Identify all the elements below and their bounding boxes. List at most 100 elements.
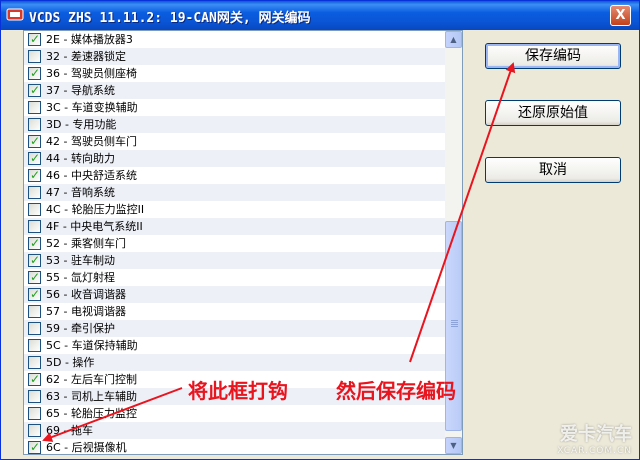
module-checkbox[interactable]: ✓	[28, 151, 41, 165]
checkmark-icon: ✓	[30, 287, 41, 301]
module-list-item[interactable]: 5D - 操作	[24, 354, 445, 371]
module-label: 32 - 差速器锁定	[46, 50, 126, 63]
module-checkbox[interactable]: ✓	[28, 168, 41, 182]
module-list-item[interactable]: 47 - 音响系统	[24, 184, 445, 201]
module-label: 4F - 中央电气系统II	[46, 220, 143, 233]
module-list-item[interactable]: ✓ 55 - 氙灯射程	[24, 269, 445, 286]
scroll-down-button[interactable]: ▼	[445, 437, 462, 454]
module-list-item[interactable]: 4C - 轮胎压力监控II	[24, 201, 445, 218]
module-checkbox[interactable]: ✓	[28, 372, 41, 386]
module-label: 36 - 驾驶员侧座椅	[46, 67, 137, 80]
module-list-item[interactable]: 69 - 拖车	[24, 422, 445, 439]
module-list-item[interactable]: 65 - 轮胎压力监控	[24, 405, 445, 422]
module-label: 69 - 拖车	[46, 424, 93, 437]
cancel-button[interactable]: 取消	[485, 157, 621, 183]
module-list-item[interactable]: ✓ 6C - 后视摄像机	[24, 439, 445, 454]
close-button[interactable]: X	[610, 5, 631, 26]
module-checkbox[interactable]: ✓	[28, 253, 41, 267]
module-label: 42 - 驾驶员侧车门	[46, 135, 137, 148]
module-checkbox[interactable]	[28, 407, 41, 420]
module-checkbox[interactable]: ✓	[28, 440, 41, 454]
module-list-item[interactable]: ✓ 42 - 驾驶员侧车门	[24, 133, 445, 150]
module-label: 3D - 专用功能	[46, 118, 117, 131]
module-checkbox[interactable]: ✓	[28, 32, 41, 46]
check-box-hint: 将此框打钩	[188, 379, 288, 403]
chevron-down-icon: ▼	[450, 441, 457, 450]
module-checkbox[interactable]	[28, 305, 41, 318]
module-checkbox[interactable]	[28, 339, 41, 352]
module-label: 57 - 电视调谐器	[46, 305, 126, 318]
module-list-item[interactable]: ✓ 2E - 媒体播放器3	[24, 31, 445, 48]
module-list-item[interactable]: ✓ 46 - 中央舒适系统	[24, 167, 445, 184]
checkmark-icon: ✓	[30, 83, 41, 97]
module-list-item[interactable]: ✓ 36 - 驾驶员侧座椅	[24, 65, 445, 82]
module-label: 37 - 导航系统	[46, 84, 115, 97]
module-label: 3C - 车道变换辅助	[46, 101, 138, 114]
module-label: 65 - 轮胎压力监控	[46, 407, 137, 420]
module-list-item[interactable]: 3C - 车道变换辅助	[24, 99, 445, 116]
module-checkbox[interactable]: ✓	[28, 287, 41, 301]
module-checkbox[interactable]: ✓	[28, 270, 41, 284]
xcar-watermark: 爱卡汽车 XCAR.COM.CN	[557, 420, 632, 456]
checkmark-icon: ✓	[30, 253, 41, 267]
module-label: 44 - 转向助力	[46, 152, 115, 165]
thumb-grip-icon	[451, 320, 458, 321]
module-list-item[interactable]: ✓ 44 - 转向助力	[24, 150, 445, 167]
module-checkbox[interactable]: ✓	[28, 66, 41, 80]
save-coding-button[interactable]: 保存编码	[485, 43, 621, 69]
checkmark-icon: ✓	[30, 66, 41, 80]
checkmark-icon: ✓	[30, 440, 41, 454]
module-checkbox[interactable]	[28, 186, 41, 199]
module-checkbox[interactable]: ✓	[28, 236, 41, 250]
checkmark-icon: ✓	[30, 134, 41, 148]
module-label: 55 - 氙灯射程	[46, 271, 115, 284]
module-label: 46 - 中央舒适系统	[46, 169, 137, 182]
module-label: 52 - 乘客侧车门	[46, 237, 126, 250]
module-label: 63 - 司机上车辅助	[46, 390, 137, 403]
module-label: 59 - 牵引保护	[46, 322, 115, 335]
module-label: 56 - 收音调谐器	[46, 288, 126, 301]
restore-original-button[interactable]: 还原原始值	[485, 100, 621, 126]
module-label: 6C - 后视摄像机	[46, 441, 127, 454]
module-label: 53 - 驻车制动	[46, 254, 115, 267]
module-list-item[interactable]: ✓ 37 - 导航系统	[24, 82, 445, 99]
module-list-item[interactable]: 32 - 差速器锁定	[24, 48, 445, 65]
module-list-item[interactable]: ✓ 53 - 驻车制动	[24, 252, 445, 269]
module-list-item[interactable]: 57 - 电视调谐器	[24, 303, 445, 320]
module-list-item[interactable]: 59 - 牵引保护	[24, 320, 445, 337]
then-save-hint: 然后保存编码	[336, 379, 456, 403]
watermark-site: XCAR.COM.CN	[557, 446, 632, 456]
module-checkbox[interactable]	[28, 220, 41, 233]
module-checkbox[interactable]	[28, 424, 41, 437]
module-list-item[interactable]: ✓ 56 - 收音调谐器	[24, 286, 445, 303]
title-bar[interactable]: VCDS ZHS 11.11.2: 19-CAN网关, 网关编码 X	[1, 1, 639, 30]
window-title: VCDS ZHS 11.11.2: 19-CAN网关, 网关编码	[29, 11, 311, 26]
scroll-up-button[interactable]: ▲	[445, 31, 462, 48]
module-checkbox[interactable]	[28, 101, 41, 114]
checkmark-icon: ✓	[30, 151, 41, 165]
module-list-item[interactable]: 5C - 车道保持辅助	[24, 337, 445, 354]
module-checkbox[interactable]	[28, 118, 41, 131]
checkmark-icon: ✓	[30, 270, 41, 284]
module-list-item[interactable]: ✓ 52 - 乘客侧车门	[24, 235, 445, 252]
close-icon: X	[615, 8, 626, 23]
checkmark-icon: ✓	[30, 168, 41, 182]
checkmark-icon: ✓	[30, 372, 41, 386]
module-list-item[interactable]: 3D - 专用功能	[24, 116, 445, 133]
vcds-gateway-coding-window: VCDS ZHS 11.11.2: 19-CAN网关, 网关编码 X ✓ 2E -…	[0, 0, 640, 460]
checkmark-icon: ✓	[30, 32, 41, 46]
module-checkbox[interactable]	[28, 356, 41, 369]
module-label: 2E - 媒体播放器3	[46, 33, 133, 46]
module-checkbox[interactable]: ✓	[28, 83, 41, 97]
module-label: 5D - 操作	[46, 356, 95, 369]
module-checkbox[interactable]	[28, 390, 41, 403]
watermark-brand: 爱卡汽车	[560, 424, 632, 445]
module-list-item[interactable]: 4F - 中央电气系统II	[24, 218, 445, 235]
module-checkbox[interactable]	[28, 50, 41, 63]
module-label: 62 - 左后车门控制	[46, 373, 137, 386]
module-checkbox[interactable]: ✓	[28, 134, 41, 148]
module-label: 4C - 轮胎压力监控II	[46, 203, 145, 216]
module-checkbox[interactable]	[28, 322, 41, 335]
vcds-app-icon	[6, 8, 24, 21]
module-checkbox[interactable]	[28, 203, 41, 216]
